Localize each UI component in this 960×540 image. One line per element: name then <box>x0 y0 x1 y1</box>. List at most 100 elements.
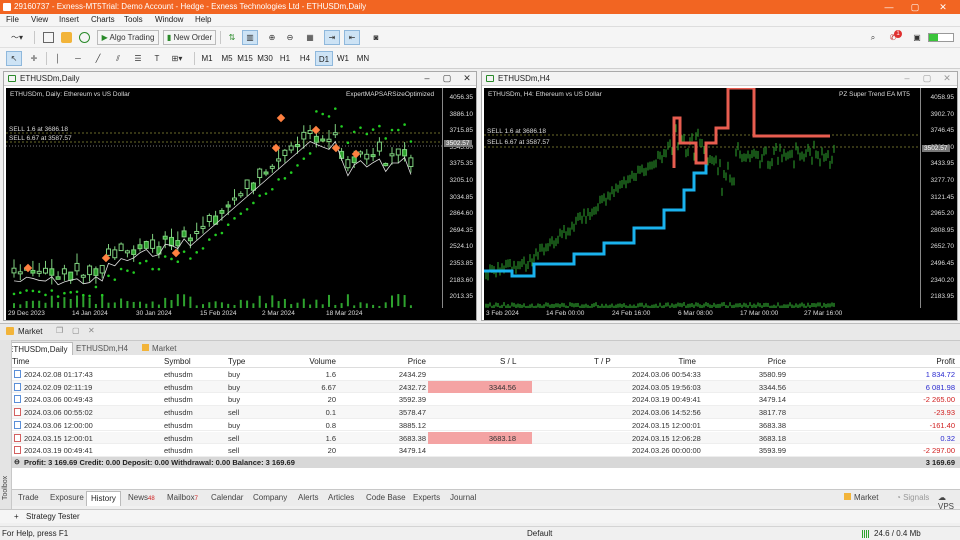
chart-close-button[interactable]: ✕ <box>940 72 954 85</box>
chart-window-daily[interactable]: ETHUSDm,Daily – ▢ ✕ ETHUSDm, Daily: Ethe… <box>3 71 477 321</box>
tf-mn[interactable]: MN <box>354 51 372 66</box>
chart-close-button[interactable]: ✕ <box>460 72 474 85</box>
menu-window[interactable]: Window <box>155 15 183 24</box>
price-axis-daily[interactable]: 4056.35 3886.10 3715.85 3545.60 3375.35 3205.… <box>442 88 476 308</box>
tf-m5[interactable]: M5 <box>218 51 236 66</box>
tab-calendar[interactable]: Calendar <box>211 493 243 502</box>
menu-charts[interactable]: Charts <box>91 15 115 24</box>
signals-icon[interactable] <box>76 30 92 45</box>
fibonacci-icon[interactable]: ☰ <box>130 51 146 66</box>
price-axis-h4[interactable]: 4058.953902.703746.453590.203433.953277.… <box>920 88 957 308</box>
tab-company[interactable]: Company <box>253 493 287 502</box>
time-axis-daily[interactable]: 29 Dec 2023 14 Jan 2024 30 Jan 2024 15 Feb … <box>6 308 476 320</box>
search-icon[interactable]: ⌕ <box>866 30 880 45</box>
chart-window-h4[interactable]: ETHUSDm,H4 – ▢ ✕ ETHUSDm, H4: Ethereum v… <box>481 71 958 321</box>
menu-view[interactable]: View <box>31 15 48 24</box>
toolbox-side[interactable]: Toolbox <box>0 340 12 510</box>
chart-type-icon[interactable]: 〜▾ <box>6 30 28 45</box>
trendline-icon[interactable]: ╱ <box>90 51 106 66</box>
tab-ethusdm-h4[interactable]: ETHUSDm,H4 <box>72 342 132 355</box>
tf-m1[interactable]: M1 <box>198 51 216 66</box>
col-symbol[interactable]: Symbol <box>164 357 191 366</box>
tab-alerts[interactable]: Alerts <box>298 493 318 502</box>
chart-shift-icon[interactable]: ⇤ <box>344 30 360 45</box>
close-icon[interactable]: ✕ <box>88 326 95 335</box>
col-sl[interactable]: S / L <box>500 357 516 366</box>
tf-m15[interactable]: M15 <box>236 51 254 66</box>
bar-chart-icon[interactable]: ▥ <box>242 30 258 45</box>
right-tab-signals[interactable]: ◔ Signals <box>896 493 929 502</box>
shapes-icon[interactable]: ⊞▾ <box>166 51 188 66</box>
tab-exposure[interactable]: Exposure <box>50 493 84 502</box>
menu-tools[interactable]: Tools <box>124 15 143 24</box>
expand-icon[interactable]: + <box>14 512 19 521</box>
tile-windows-icon[interactable]: ▦ <box>302 30 318 45</box>
right-tab-market[interactable]: Market <box>844 493 878 502</box>
table-row[interactable]: 2024.03.06 00:55:02 ethusdm sell 0.1 3578.47… <box>12 406 960 419</box>
col-tp[interactable]: T / P <box>594 357 611 366</box>
scroll-end-icon[interactable]: ⇥ <box>324 30 340 45</box>
tab-articles[interactable]: Articles <box>328 493 354 502</box>
tf-d1[interactable]: D1 <box>315 51 333 66</box>
menu-file[interactable]: File <box>6 15 19 24</box>
algo-trading-button[interactable]: ▶ Algo Trading <box>97 30 159 45</box>
tf-h1[interactable]: H1 <box>276 51 294 66</box>
table-row[interactable]: 2024.03.15 12:00:01 ethusdm sell 1.6 3683.38… <box>12 431 960 445</box>
col-close-price[interactable]: Price <box>752 357 786 366</box>
maximize-button[interactable]: ▢ <box>902 0 928 14</box>
text-icon[interactable]: T <box>150 51 164 66</box>
col-time[interactable]: Time <box>12 357 29 366</box>
table-row[interactable]: 2024.03.06 00:49:43 ethusdm buy 20 3592.39 20… <box>12 393 960 407</box>
close-button[interactable]: ✕ <box>930 0 956 14</box>
strategy-tester-bar[interactable]: + Strategy Tester <box>0 509 960 523</box>
account-icon[interactable]: ▣ <box>911 30 923 45</box>
minimize-button[interactable]: — <box>876 0 902 14</box>
chart-minimize-button[interactable]: – <box>420 72 434 85</box>
crosshair-icon[interactable]: ✛ <box>26 51 42 66</box>
chart-maximize-button[interactable]: ▢ <box>920 72 934 85</box>
tf-w1[interactable]: W1 <box>334 51 352 66</box>
zoom-in-icon[interactable]: ⊕ <box>264 30 280 45</box>
table-row[interactable]: 2024.02.08 01:17:43 ethusdm buy 1.6 2434.29 2… <box>12 368 960 381</box>
col-type[interactable]: Type <box>228 357 245 366</box>
screenshot-icon[interactable]: ◙ <box>368 30 384 45</box>
restore-icon[interactable]: ❐ <box>56 326 63 335</box>
chart-plot-h4[interactable]: ETHUSDm, H4: Ethereum vs US Dollar PZ Su… <box>484 88 920 308</box>
tf-h4[interactable]: H4 <box>296 51 314 66</box>
menu-insert[interactable]: Insert <box>59 15 79 24</box>
table-row[interactable]: 2024.02.09 02:11:19 ethusdm buy 6.67 2432.72… <box>12 380 960 394</box>
chart-plot-daily[interactable]: ETHUSDm, Daily: Ethereum vs US Dollar Ex… <box>6 88 442 308</box>
price-tick-label: 3121.45 <box>930 193 955 201</box>
depth-of-market-icon[interactable]: ⇅ <box>224 30 240 45</box>
chart-minimize-button[interactable]: – <box>900 72 914 85</box>
horizontal-line-icon[interactable]: ─ <box>70 51 86 66</box>
chart-maximize-button[interactable]: ▢ <box>440 72 454 85</box>
tab-ethusdm-daily[interactable]: ETHUSDm,Daily <box>3 342 73 355</box>
new-chart-icon[interactable] <box>40 30 56 45</box>
channel-icon[interactable]: ⫽ <box>110 51 126 66</box>
tab-code-base[interactable]: Code Base <box>366 493 406 502</box>
menu-help[interactable]: Help <box>195 15 211 24</box>
tab-journal[interactable]: Journal <box>450 493 476 502</box>
table-row[interactable]: 2024.03.19 00:49:41 ethusdm sell 20 3479.14 2… <box>12 444 960 457</box>
col-volume[interactable]: Volume <box>292 357 336 366</box>
cursor-icon[interactable]: ↖ <box>6 51 22 66</box>
tab-history[interactable]: History <box>86 491 121 506</box>
profiles-icon[interactable] <box>58 30 74 45</box>
col-price[interactable]: Price <box>392 357 426 366</box>
time-axis-h4[interactable]: 3 Feb 2024 14 Feb 00:00 24 Feb 16:00 6 Mar … <box>484 308 957 320</box>
tab-experts[interactable]: Experts <box>413 493 440 502</box>
col-profit[interactable]: Profit <box>912 357 955 366</box>
new-order-button[interactable]: ▮ New Order <box>163 30 216 45</box>
maximize-icon[interactable]: ▢ <box>72 326 80 335</box>
col-close-time[interactable]: Time <box>662 357 696 366</box>
tab-news[interactable]: News48 <box>128 493 155 502</box>
vertical-line-icon[interactable]: │ <box>50 51 66 66</box>
trade-marker <box>276 113 286 123</box>
zoom-out-icon[interactable]: ⊖ <box>282 30 298 45</box>
tab-market[interactable]: Market <box>138 342 180 355</box>
table-row[interactable]: 2024.03.06 12:00:00 ethusdm buy 0.8 3885.12 2… <box>12 419 960 432</box>
tf-m30[interactable]: M30 <box>256 51 274 66</box>
tab-mailbox[interactable]: Mailbox7 <box>167 493 198 502</box>
tab-trade[interactable]: Trade <box>18 493 39 502</box>
